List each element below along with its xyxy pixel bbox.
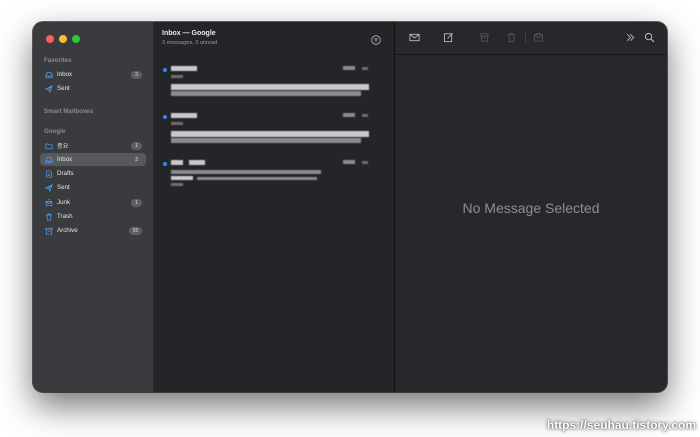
sidebar-item-important[interactable]: 중요 1 xyxy=(40,139,146,152)
zoom-window-button[interactable] xyxy=(72,35,80,43)
google-account-header[interactable]: Google xyxy=(44,128,65,135)
subject-redacted xyxy=(171,131,369,137)
unread-dot xyxy=(163,162,167,166)
unread-badge: 1 xyxy=(131,141,142,150)
subject-redacted xyxy=(171,84,369,90)
archive-icon[interactable] xyxy=(479,32,490,43)
no-message-selected-text: No Message Selected xyxy=(462,200,600,216)
sender-redacted xyxy=(171,66,197,71)
inbox-icon xyxy=(44,155,53,164)
unread-badge: 55 xyxy=(129,226,142,235)
sidebar-item-label: Drafts xyxy=(57,170,74,177)
toolbar xyxy=(395,22,667,55)
traffic-lights xyxy=(46,35,80,43)
mail-window: Favorites Inbox 3 Sent Smart Mailboxes G… xyxy=(33,22,667,392)
search-icon[interactable] xyxy=(644,32,655,43)
toolbar-divider xyxy=(525,32,526,43)
date-redacted xyxy=(362,67,368,70)
trash-icon[interactable] xyxy=(506,32,517,43)
sidebar-item-sent[interactable]: Sent xyxy=(40,181,146,194)
junk-icon[interactable] xyxy=(533,32,544,43)
subject-redacted xyxy=(171,170,321,174)
draft-icon xyxy=(44,169,53,178)
sidebar-item-drafts[interactable]: Drafts xyxy=(40,167,146,180)
sidebar: Favorites Inbox 3 Sent Smart Mailboxes G… xyxy=(33,22,153,392)
favorites-header[interactable]: Favorites xyxy=(44,57,72,64)
sidebar-item-label: Inbox xyxy=(57,71,73,78)
junk-icon xyxy=(44,198,53,207)
smart-mailboxes-header[interactable]: Smart Mailboxes xyxy=(44,108,93,115)
paper-plane-icon xyxy=(44,183,53,192)
date-redacted xyxy=(343,160,355,164)
inbox-icon xyxy=(44,70,53,79)
close-window-button[interactable] xyxy=(46,35,54,43)
message-viewer: No Message Selected xyxy=(395,22,667,392)
message-row[interactable] xyxy=(163,66,383,106)
preview-redacted xyxy=(171,91,361,96)
mailbox-subtitle: 3 messages, 3 unread xyxy=(162,40,218,46)
sidebar-item-favorites-sent[interactable]: Sent xyxy=(40,82,146,95)
sidebar-item-label: Archive xyxy=(57,227,78,234)
preview-redacted xyxy=(197,177,317,180)
date-redacted xyxy=(343,66,355,70)
message-row[interactable] xyxy=(163,160,383,196)
sidebar-item-archive[interactable]: Archive 55 xyxy=(40,224,146,237)
sidebar-item-label: 중요 xyxy=(57,143,69,150)
preview-redacted xyxy=(171,75,183,78)
chevron-double-right-icon[interactable] xyxy=(625,32,636,43)
watermark: https://seuhau.tistory.com xyxy=(546,418,696,432)
unread-badge: 3 xyxy=(131,70,142,79)
sidebar-item-junk[interactable]: Junk 1 xyxy=(40,196,146,209)
sender-redacted xyxy=(189,160,205,165)
preview-redacted xyxy=(171,122,183,125)
preview-redacted xyxy=(171,138,361,143)
unread-badge: 1 xyxy=(131,198,142,207)
preview-redacted xyxy=(171,183,183,186)
sender-redacted xyxy=(171,113,197,118)
folder-icon xyxy=(44,141,53,150)
mailbox-title: Inbox — Google xyxy=(162,30,216,37)
archive-icon xyxy=(44,226,53,235)
date-redacted xyxy=(343,113,355,117)
sidebar-item-inbox[interactable]: Inbox 3 xyxy=(40,153,146,166)
sender-redacted xyxy=(171,160,183,165)
unread-dot xyxy=(163,115,167,119)
compose-icon[interactable] xyxy=(443,32,454,43)
get-mail-icon[interactable] xyxy=(409,32,420,43)
message-row[interactable] xyxy=(163,113,383,153)
unread-badge: 3 xyxy=(135,156,138,163)
date-redacted xyxy=(362,114,368,117)
sidebar-item-label: Sent xyxy=(57,85,70,92)
trash-icon xyxy=(44,212,53,221)
paper-plane-icon xyxy=(44,84,53,93)
preview-redacted xyxy=(171,176,193,180)
date-redacted xyxy=(362,161,368,164)
unread-dot xyxy=(163,68,167,72)
minimize-window-button[interactable] xyxy=(59,35,67,43)
sidebar-item-trash[interactable]: Trash xyxy=(40,210,146,223)
sidebar-item-label: Junk xyxy=(57,199,71,206)
filter-icon[interactable] xyxy=(371,32,381,45)
sidebar-item-label: Inbox xyxy=(57,156,73,163)
sidebar-item-favorites-inbox[interactable]: Inbox 3 xyxy=(40,68,146,81)
sidebar-item-label: Sent xyxy=(57,184,70,191)
sidebar-item-label: Trash xyxy=(57,213,73,220)
message-list: Inbox — Google 3 messages, 3 unread xyxy=(153,22,395,392)
